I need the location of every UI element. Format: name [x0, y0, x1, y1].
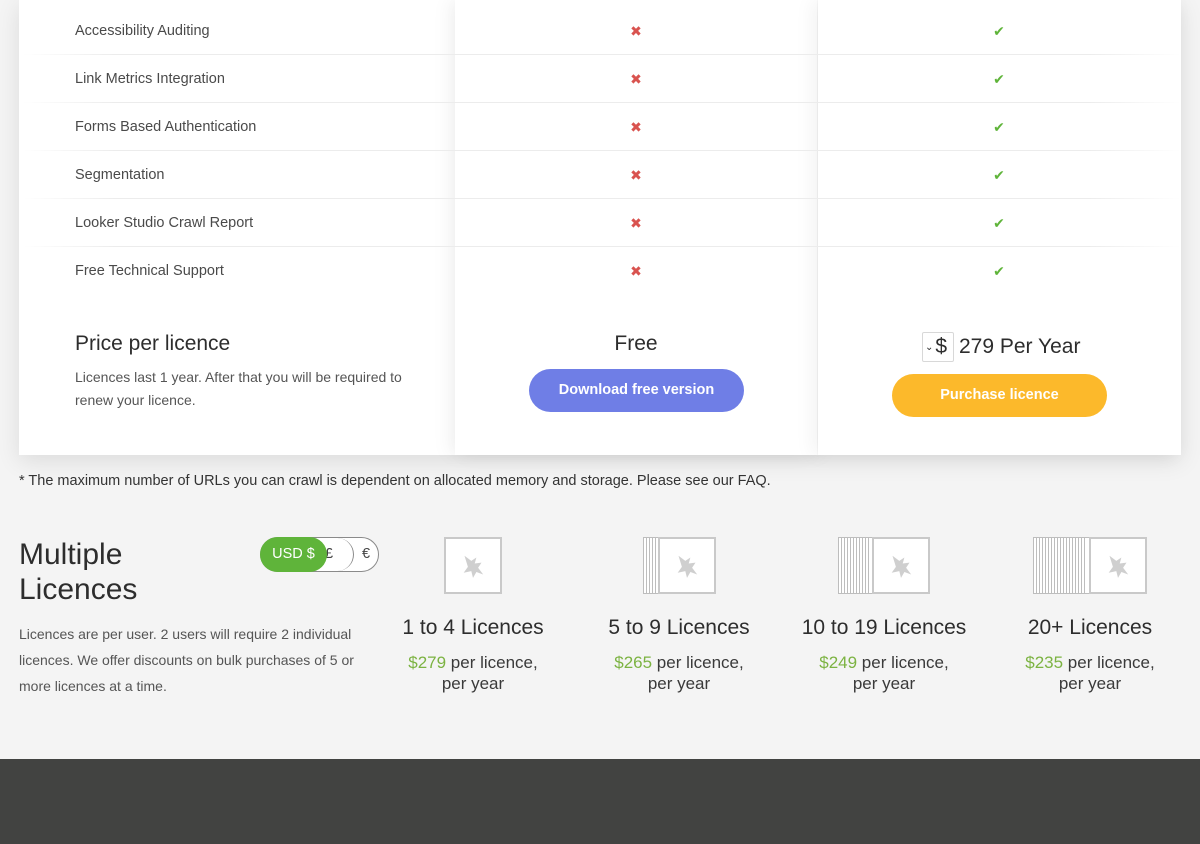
download-free-button[interactable]: Download free version [529, 369, 744, 412]
cross-icon: ✖ [630, 263, 642, 279]
cross-icon: ✖ [630, 215, 642, 231]
feature-row: Segmentation ✖ ✔ [19, 151, 1181, 199]
feature-row: Forms Based Authentication ✖ ✔ [19, 103, 1181, 151]
licence-stack-icon [444, 537, 502, 594]
check-icon: ✔ [993, 263, 1005, 279]
licence-stack-icon [838, 537, 930, 594]
tier-label: 1 to 4 Licences [402, 616, 544, 639]
tier-label: 20+ Licences [1027, 616, 1153, 639]
tier-label: 10 to 19 Licences [801, 616, 967, 639]
multiple-licences-title: Multiple Licences [19, 538, 138, 606]
check-icon: ✔ [993, 71, 1005, 87]
feature-row: Free Technical Support ✖ ✔ [19, 247, 1181, 295]
purchase-licence-button[interactable]: Purchase licence [892, 374, 1107, 417]
multiple-licences-description: Licences are per user. 2 users will requ… [19, 626, 354, 694]
feature-name: Looker Studio Crawl Report [75, 215, 254, 231]
tier-1-to-4: 1 to 4 Licences $279 per licence, per yea… [373, 537, 573, 694]
tier-price: $249 per licence, per year [819, 653, 949, 693]
check-icon: ✔ [993, 119, 1005, 135]
frog-logo-icon [891, 555, 912, 578]
feature-name: Forms Based Authentication [75, 119, 257, 135]
currency-option-usd[interactable]: USD $ [260, 537, 327, 572]
check-icon: ✔ [993, 23, 1005, 39]
currency-symbol: $ [935, 335, 948, 358]
feature-name: Accessibility Auditing [75, 23, 210, 39]
price-title: Price per licence [75, 332, 231, 355]
check-icon: ✔ [993, 167, 1005, 183]
currency-select[interactable]: ⌄ $ [922, 332, 954, 362]
price-description: Licences last 1 year. After that you wil… [75, 369, 402, 408]
cross-icon: ✖ [630, 167, 642, 183]
licence-stack-icon [1033, 537, 1147, 594]
paid-price: ⌄ $ 279 Per Year [922, 332, 1080, 362]
feature-row: Looker Studio Crawl Report ✖ ✔ [19, 199, 1181, 247]
footnote: * The maximum number of URLs you can cra… [19, 473, 771, 489]
feature-row: Accessibility Auditing ✖ ✔ [19, 7, 1181, 55]
paid-amount: 279 Per Year [959, 335, 1081, 358]
feature-row: Link Metrics Integration ✖ ✔ [19, 55, 1181, 103]
tier-label: 5 to 9 Licences [608, 616, 750, 639]
frog-logo-icon [677, 555, 697, 578]
licence-stack-icon [642, 537, 716, 594]
tier-price: $265 per licence, per year [614, 653, 744, 693]
tier-5-to-9: 5 to 9 Licences $265 per licence, per yea… [579, 537, 779, 694]
cross-icon: ✖ [630, 119, 642, 135]
tier-20-plus: 20+ Licences $235 per licence, per year [990, 537, 1190, 694]
feature-name: Segmentation [75, 167, 165, 183]
check-icon: ✔ [993, 215, 1005, 231]
feature-name: Free Technical Support [75, 263, 224, 279]
cross-icon: ✖ [630, 23, 642, 39]
tier-price: $235 per licence, per year [1025, 653, 1155, 693]
comparison-card: Accessibility Auditing ✖ ✔ Link Metrics … [19, 0, 1181, 455]
feature-name: Link Metrics Integration [75, 71, 225, 87]
cross-icon: ✖ [630, 71, 642, 87]
currency-toggle: £ € USD $ [260, 537, 379, 572]
chevron-down-icon: ⌄ [925, 341, 934, 353]
tier-10-to-19: 10 to 19 Licences $249 per licence, per y… [784, 537, 984, 694]
tier-price: $279 per licence, per year [408, 653, 538, 693]
footer-band [0, 759, 1200, 844]
free-price-label: Free [614, 332, 658, 355]
frog-logo-icon [463, 555, 484, 578]
frog-logo-icon [1108, 555, 1129, 578]
